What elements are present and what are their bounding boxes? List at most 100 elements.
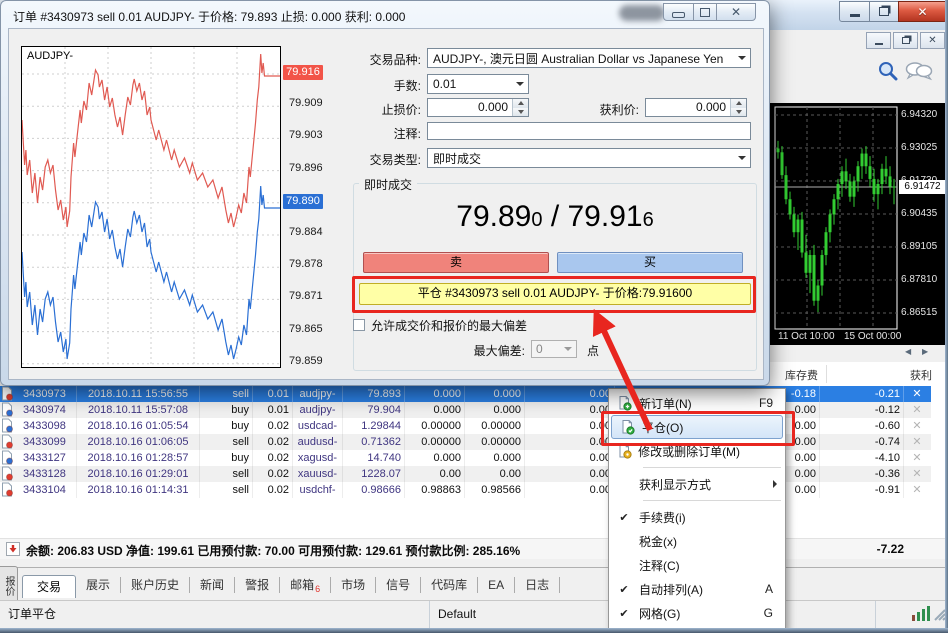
cell-price: 1.29844 [343, 418, 405, 434]
menu-item[interactable]: 获利显示方式 [609, 472, 785, 496]
menu-item-label: 税金(x) [639, 533, 739, 550]
table-row[interactable]: 34330982018.10.16 01:05:54buy0.02usdcad-… [0, 418, 931, 434]
cell-sl: 0.00000 [405, 434, 465, 450]
close-icon[interactable]: ✕ [920, 32, 945, 49]
tab-信号[interactable]: 信号 [376, 577, 421, 593]
deviation-checkbox[interactable] [353, 319, 365, 331]
menu-item[interactable]: 注释(C) [609, 553, 785, 577]
table-row[interactable]: 34309742018.10.11 15:57:08buy0.01audjpy-… [0, 402, 931, 418]
close-order-icon[interactable]: ✕ [904, 482, 930, 498]
tab-日志[interactable]: 日志 [515, 577, 560, 593]
cell-profit: -0.60 [820, 418, 904, 434]
cell-type: sell [200, 386, 253, 402]
minimize-icon[interactable] [663, 3, 694, 21]
order-sell-icon [0, 386, 14, 401]
quote-separator: / [542, 200, 567, 233]
close-order-icon[interactable]: ✕ [904, 402, 930, 418]
close-order-icon[interactable]: ✕ [904, 418, 930, 434]
checkmark-icon: ✔ [609, 511, 639, 524]
minimize-icon[interactable] [839, 1, 870, 22]
order-type-select[interactable]: 即时成交 [427, 148, 751, 168]
menu-item[interactable]: 新订单(N)F9 [609, 391, 785, 415]
table-row[interactable]: 34331042018.10.16 01:14:31sell0.02usdchf… [0, 482, 931, 498]
scroll-right-icon[interactable]: ▶ [922, 347, 928, 356]
close-order-icon[interactable]: ✕ [904, 386, 930, 402]
spinner-buttons [730, 99, 746, 116]
spin-down-icon[interactable] [513, 108, 528, 117]
cell-icon [0, 402, 20, 418]
table-row[interactable]: 34309732018.10.11 15:56:55sell0.01audjpy… [0, 386, 931, 402]
spin-down-icon[interactable] [731, 108, 746, 117]
takeprofit-stepper[interactable]: 0.000 [645, 98, 747, 117]
buy-button[interactable]: 买 [557, 252, 743, 273]
restore-icon[interactable] [893, 32, 918, 49]
stoploss-stepper[interactable]: 0.000 [427, 98, 529, 117]
tab-EA[interactable]: EA [478, 577, 515, 593]
deviation-checkbox-label: 允许成交价和报价的最大偏差 [371, 317, 527, 334]
cell-profit: -4.10 [820, 450, 904, 466]
menu-item[interactable]: ✔手续费(i) [609, 505, 785, 529]
sell-button[interactable]: 卖 [363, 252, 549, 273]
spin-up-icon[interactable] [513, 99, 528, 108]
maximize-icon[interactable] [694, 3, 716, 21]
mini-chart-price-label: 6.90435 [901, 208, 937, 219]
chevron-down-icon[interactable] [734, 149, 750, 167]
cell-lots: 0.02 [253, 418, 293, 434]
menu-item[interactable]: 平仓(O) [611, 415, 783, 439]
tab-新闻[interactable]: 新闻 [190, 577, 235, 593]
ask-price-pip: 6 [643, 209, 654, 231]
cell-icon [0, 482, 20, 498]
menu-item[interactable]: ✔网格(G)G [609, 601, 785, 625]
chevron-down-icon[interactable] [734, 49, 750, 67]
chat-icon[interactable] [904, 60, 936, 84]
close-icon[interactable]: ✕ [716, 3, 756, 21]
dialog-window-controls: ✕ [663, 3, 756, 21]
maximize-glyph [700, 8, 710, 17]
close-position-button[interactable]: 平仓 #3430973 sell 0.01 AUDJPY- 于价格:79.916… [359, 283, 751, 305]
tab-市场[interactable]: 市场 [331, 577, 376, 593]
restore-icon[interactable] [870, 1, 898, 22]
max-deviation-select[interactable]: 0 [531, 340, 577, 358]
menu-item[interactable]: 税金(x) [609, 529, 785, 553]
spin-up-icon[interactable] [731, 99, 746, 108]
tab-警报[interactable]: 警报 [235, 577, 280, 593]
minimize-icon[interactable] [866, 32, 891, 49]
cell-symbol: xagusd- [293, 450, 343, 466]
symbol-select[interactable]: AUDJPY-, 澳元日圆 Australian Dollar vs Japan… [427, 48, 751, 68]
price-scale-label: 79.878 [289, 258, 323, 270]
menu-item[interactable]: 修改或删除订单(M) [609, 439, 785, 463]
tab-展示[interactable]: 展示 [76, 577, 121, 593]
cell-symbol: xauusd- [293, 466, 343, 482]
tab-账户历史[interactable]: 账户历史 [121, 577, 190, 593]
close-order-icon[interactable]: ✕ [904, 450, 930, 466]
search-icon[interactable] [876, 60, 900, 84]
cell-price: 0.71362 [343, 434, 405, 450]
volume-select[interactable]: 0.01 [427, 74, 529, 94]
resize-grip[interactable] [932, 607, 946, 621]
menu-separator [643, 467, 781, 468]
close-order-icon[interactable]: ✕ [904, 434, 930, 450]
cell-sl: 0.00 [405, 466, 465, 482]
chevron-down-icon[interactable] [512, 75, 528, 93]
context-menu: 新订单(N)F9平仓(O)修改或删除订单(M) 获利显示方式 ✔手续费(i) 税金(x… [608, 388, 786, 630]
column-header-profit[interactable]: 获利 [840, 367, 932, 383]
cell-time: 2018.10.11 15:57:08 [77, 402, 200, 418]
total-profit: -7.22 [816, 542, 904, 556]
table-row[interactable]: 34330992018.10.16 01:06:05sell0.02audusd… [0, 434, 931, 450]
close-order-icon[interactable]: ✕ [904, 466, 930, 482]
menu-item[interactable]: ✔自动排列(A)A [609, 577, 785, 601]
tab-邮箱[interactable]: 邮箱6 [280, 577, 331, 593]
tab-交易[interactable]: 交易 [22, 575, 76, 598]
table-row[interactable]: 34331282018.10.16 01:29:01sell0.02xauusd… [0, 466, 931, 482]
cell-lots: 0.01 [253, 386, 293, 402]
scroll-left-icon[interactable]: ◀ [905, 347, 911, 356]
cell-time: 2018.10.16 01:14:31 [77, 482, 200, 498]
comment-input[interactable] [427, 122, 751, 140]
close-position-icon [612, 419, 642, 435]
tab-代码库[interactable]: 代码库 [421, 577, 478, 593]
table-row[interactable]: 34331272018.10.16 01:28:57buy0.02xagusd-… [0, 450, 931, 466]
window-frame [0, 628, 948, 633]
close-icon[interactable]: ✕ [898, 1, 947, 22]
cell-type: sell [200, 466, 253, 482]
order-type-label: 交易类型: [337, 151, 421, 168]
